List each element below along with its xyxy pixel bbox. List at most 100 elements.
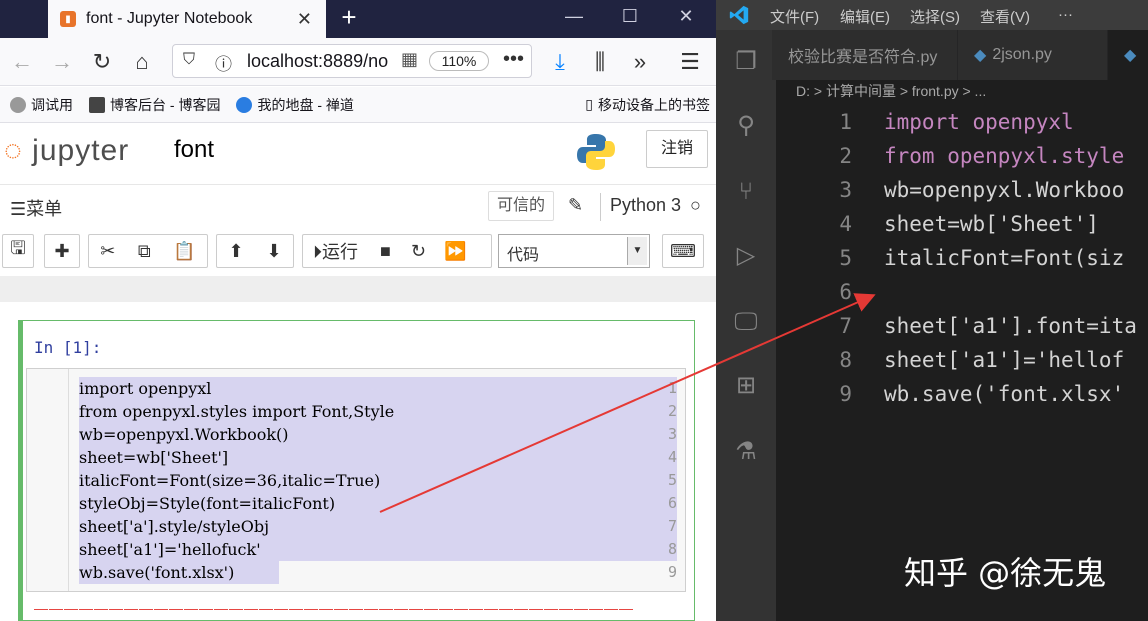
remote-explorer-icon[interactable]: 🖵: [730, 306, 762, 338]
code-line: styleObj=Style(font=italicFont): [79, 494, 335, 513]
hamburger-menu-icon[interactable]: ☰: [676, 48, 704, 76]
divider: [600, 193, 601, 221]
editor-tab[interactable]: ◆ 2json.py: [958, 30, 1108, 80]
minimize-icon[interactable]: —: [562, 6, 586, 27]
explorer-icon[interactable]: ❐: [730, 46, 762, 78]
menu-edit[interactable]: 编辑(E): [840, 6, 890, 27]
download-icon[interactable]: ⤓: [546, 48, 574, 76]
jupyter-menubar: ☰菜单 可信的 ✎ Python 3 ○: [0, 184, 716, 228]
menu-view[interactable]: 查看(V): [980, 6, 1030, 27]
cell-type-select[interactable]: 代码 ▼: [498, 234, 650, 268]
back-icon[interactable]: ←: [8, 48, 36, 76]
code-line: wb.save('font.xlsx': [884, 382, 1124, 406]
close-tab-icon[interactable]: ✕: [297, 9, 312, 30]
copy-icon[interactable]: ⧉: [138, 241, 151, 262]
close-window-icon[interactable]: ✕: [674, 6, 698, 27]
breadcrumb[interactable]: D: > 计算中间量 > front.py > ...: [776, 80, 1148, 102]
menu-more[interactable]: ···: [1058, 6, 1073, 23]
run-debug-icon[interactable]: ▷: [730, 240, 762, 272]
browser-tab-active[interactable]: ▮ font - Jupyter Notebook ✕: [48, 0, 326, 38]
jupyter-toolbar: 🖫 ✚ ✂ ⧉ 📋 ⬆ ⬇ ⏵运行 ■ ↻ ⏩ 代码 ▼ ⌨: [0, 228, 716, 276]
page-actions-icon[interactable]: •••: [503, 48, 524, 71]
line-number: 3: [812, 178, 852, 202]
logout-button[interactable]: 注销: [646, 130, 708, 168]
navigation-bar: ← → ↻ ⌂ ⛉ ⓘ localhost:8889/no ▦ 110% •••…: [0, 38, 716, 86]
bookmark-favicon-icon: [236, 97, 252, 113]
move-up-icon[interactable]: ⬆: [228, 241, 243, 262]
editor-tab[interactable]: 校验比赛是否符合.py: [772, 30, 958, 80]
edit-button-group: ✂ ⧉ 📋: [88, 234, 208, 268]
editor-tabs: 校验比赛是否符合.py ◆ 2json.py ◆: [776, 30, 1148, 80]
line-number: 1: [812, 110, 852, 134]
cut-icon[interactable]: ✂: [100, 241, 115, 262]
chevron-down-icon: ▼: [627, 237, 647, 265]
python-file-icon: ◆: [974, 45, 986, 65]
overflow-icon[interactable]: »: [626, 48, 654, 76]
move-down-icon[interactable]: ⬇: [266, 241, 281, 262]
line-number: 1: [668, 379, 677, 397]
forward-icon[interactable]: →: [48, 48, 76, 76]
line-number: 6: [668, 494, 677, 512]
notebook-name[interactable]: font: [174, 136, 214, 164]
paste-icon[interactable]: 📋: [173, 241, 195, 262]
code-line: from openpyxl.style: [884, 144, 1124, 168]
menu-selection[interactable]: 选择(S): [910, 6, 960, 27]
vscode-window: 文件(F) 编辑(E) 选择(S) 查看(V) ··· ❐ ⚲ ⑂ ▷ 🖵 ⊞ …: [716, 0, 1148, 621]
stop-icon[interactable]: ■: [380, 241, 391, 262]
line-number: 9: [668, 563, 677, 581]
info-icon[interactable]: ⓘ: [215, 50, 232, 75]
kernel-name[interactable]: Python 3: [610, 195, 681, 216]
jupyter-logo[interactable]: ◌ jupyter: [4, 134, 129, 168]
bookmark-item[interactable]: 博客后台 - 博客园: [89, 95, 220, 115]
maximize-icon[interactable]: ☐: [618, 6, 642, 27]
reload-icon[interactable]: ↻: [88, 48, 116, 76]
vscode-logo-icon: [728, 4, 750, 26]
menu-toggle[interactable]: ☰菜单: [10, 195, 62, 221]
line-number: 8: [812, 348, 852, 372]
zhihu-watermark: 知乎 @徐无鬼: [904, 548, 1106, 594]
python-file-icon: ◆: [1124, 45, 1136, 65]
editor-tab-active[interactable]: ◆: [1108, 30, 1148, 80]
mobile-device-icon: ▯: [585, 96, 593, 113]
vscode-titlebar: 文件(F) 编辑(E) 选择(S) 查看(V) ···: [716, 0, 1148, 30]
new-tab-button[interactable]: +: [336, 4, 362, 30]
activity-bar: ❐ ⚲ ⑂ ▷ 🖵 ⊞ ⚗: [716, 30, 776, 621]
save-icon[interactable]: 🖫: [2, 234, 34, 268]
menu-file[interactable]: 文件(F): [770, 6, 819, 27]
testing-icon[interactable]: ⚗: [730, 436, 762, 468]
code-line: italicFont=Font(siz: [884, 246, 1124, 270]
zoom-level[interactable]: 110%: [429, 51, 489, 71]
line-number: 5: [812, 246, 852, 270]
code-line: wb=openpyxl.Workbook(): [79, 425, 289, 444]
code-editor[interactable]: 1 2 3 4 5 6 7 8 9 import openpyxl from o…: [26, 368, 686, 592]
mobile-bookmarks[interactable]: ▯ 移动设备上的书签: [585, 95, 710, 115]
run-icon: ⏵: [313, 242, 322, 262]
search-icon[interactable]: ⚲: [730, 110, 762, 142]
fast-forward-icon[interactable]: ⏩: [444, 241, 466, 262]
qr-code-icon[interactable]: ▦: [401, 49, 418, 70]
insert-cell-icon[interactable]: ✚: [44, 234, 80, 268]
code-line: wb.save('font.xlsx'): [79, 563, 234, 582]
line-number: 2: [668, 402, 677, 420]
code-line: sheet['a1'].font=ita: [884, 314, 1137, 338]
code-line: import openpyxl: [79, 379, 211, 398]
vscode-editor[interactable]: 1 2 3 4 5 6 7 8 9 import openpyxl from o…: [776, 102, 1148, 621]
bookmarks-toolbar: 调试用 博客后台 - 博客园 我的地盘 - 禅道 ▯ 移动设备上的书签: [0, 87, 716, 123]
library-icon[interactable]: ⫼: [586, 48, 614, 76]
run-button[interactable]: ⏵运行: [313, 238, 358, 264]
trusted-indicator[interactable]: 可信的: [488, 191, 554, 221]
extensions-icon[interactable]: ⊞: [730, 370, 762, 402]
shield-icon[interactable]: ⛉: [183, 51, 195, 69]
line-gutter: [27, 369, 69, 591]
code-line: sheet['a'].style/styleObj: [79, 517, 269, 536]
url-text: localhost:8889/no: [247, 51, 388, 72]
bookmark-item[interactable]: 调试用: [10, 95, 73, 115]
address-bar[interactable]: ⛉ ⓘ localhost:8889/no ▦ 110% •••: [172, 44, 532, 78]
home-icon[interactable]: ⌂: [128, 48, 156, 76]
line-number: 7: [668, 517, 677, 535]
bookmark-item[interactable]: 我的地盘 - 禅道: [236, 95, 353, 115]
restart-icon[interactable]: ↻: [411, 241, 426, 262]
source-control-icon[interactable]: ⑂: [730, 176, 762, 208]
keyboard-icon[interactable]: ⌨: [662, 234, 704, 268]
edit-pencil-icon[interactable]: ✎: [568, 195, 583, 216]
